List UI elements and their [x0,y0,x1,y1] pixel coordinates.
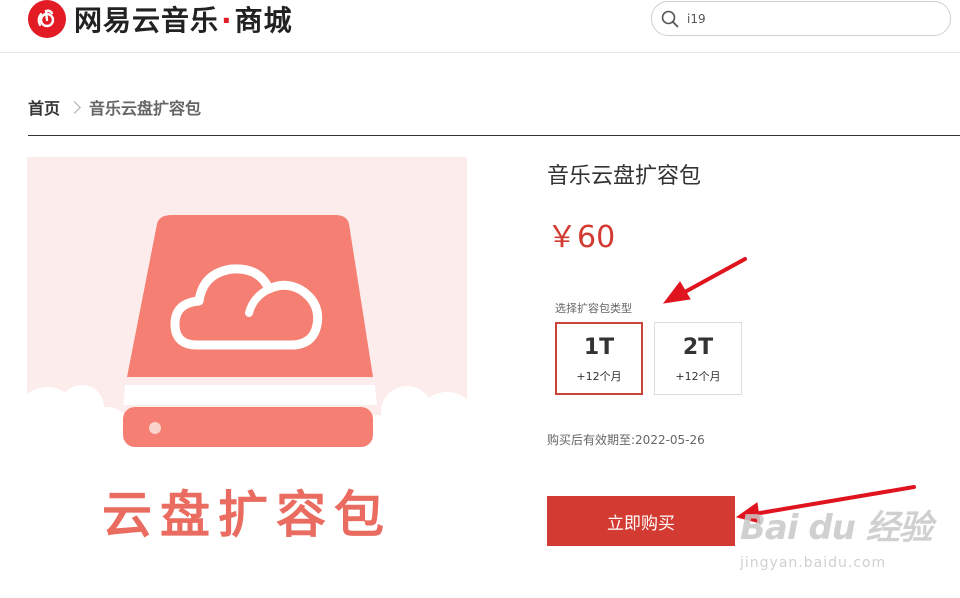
validity-text: 购买后有效期至:2022-05-26 [547,433,705,447]
product-title: 音乐云盘扩容包 [547,164,702,189]
option-duration: +12个月 [675,370,721,383]
option-2t[interactable]: 2T +12个月 [654,322,742,395]
option-duration: +12个月 [576,370,622,383]
image-caption: 云盘扩容包 [102,486,392,544]
product-price: ￥60 [547,220,616,255]
search-box[interactable] [651,1,951,36]
option-1t[interactable]: 1T +12个月 [555,322,643,395]
watermark-logo: Bai du 经验 [740,508,933,548]
option-size: 1T [583,335,615,360]
search-icon[interactable] [660,9,680,29]
breadcrumb-home-link[interactable]: 首页 [28,95,60,119]
buy-now-button[interactable]: 立即购买 [547,496,735,546]
product-image: 云盘扩容包 [27,157,467,557]
top-header: 网易云音乐·商城 [0,0,960,53]
watermark: Bai du 经验 jingyan.baidu.com [740,500,933,571]
option-size: 2T [682,335,714,360]
divider [28,135,960,136]
logo-text: 网易云音乐·商城 [74,4,293,37]
search-input[interactable] [685,8,939,30]
breadcrumb: 首页 音乐云盘扩容包 [28,95,201,119]
site-logo[interactable]: 网易云音乐·商城 [28,0,293,38]
chevron-right-icon [68,100,81,114]
watermark-url: jingyan.baidu.com [740,555,887,571]
netease-music-logo-icon [28,0,66,38]
option-label: 选择扩容包类型 [555,302,632,315]
breadcrumb-current: 音乐云盘扩容包 [89,99,202,118]
